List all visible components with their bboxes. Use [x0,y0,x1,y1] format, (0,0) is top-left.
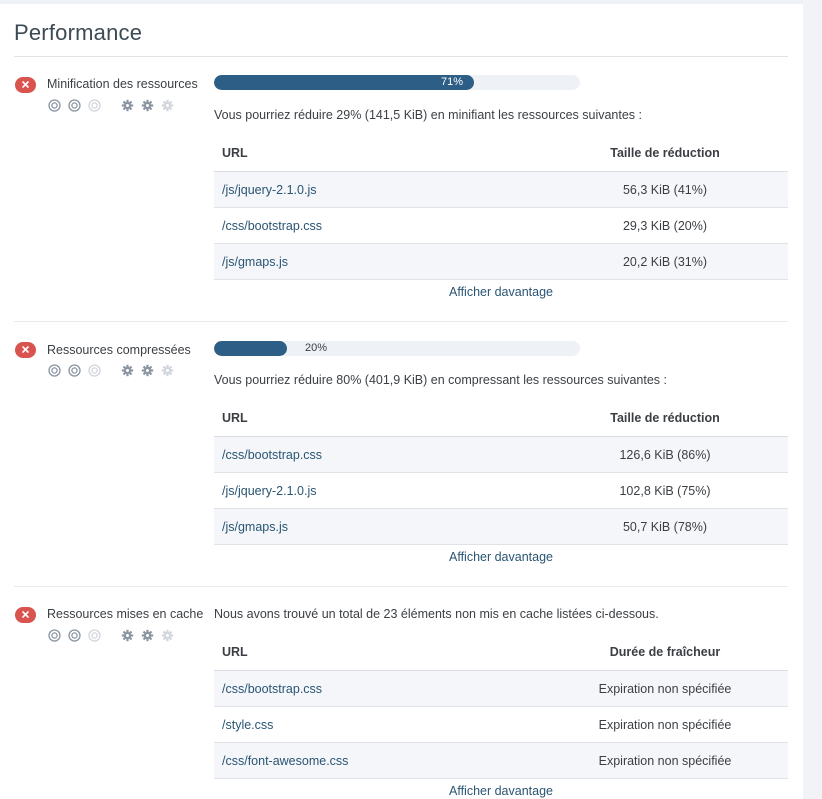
rule-tags [48,629,181,642]
rule-description: Nous avons trouvé un total de 23 élément… [214,607,659,621]
progress-bar: 20% [214,341,580,356]
table-row: /css/bootstrap.css 29,3 KiB (20%) [214,207,788,244]
reduction-size: 29,3 KiB (20%) [542,207,788,244]
gear-icon [141,629,154,642]
gear-faded-icon [161,364,174,377]
resources-table: URL Taille de réduction /js/jquery-2.1.0… [214,135,788,280]
target-icon [48,99,61,112]
target-faded-icon [88,364,101,377]
resource-url-link[interactable]: /js/jquery-2.1.0.js [214,171,542,208]
resource-url-link[interactable]: /js/gmaps.js [214,508,542,545]
scroll-gutter [803,0,822,799]
column-header-url: URL [214,634,542,671]
target-faded-icon [88,99,101,112]
column-header-url: URL [214,135,542,172]
table-row: /css/font-awesome.css Expiration non spé… [214,742,788,779]
reduction-size: 56,3 KiB (41%) [542,171,788,208]
resources-table: URL Durée de fraîcheur /css/bootstrap.cs… [214,634,788,779]
gear-icon [121,364,134,377]
rule-description: Vous pourriez réduire 29% (141,5 KiB) en… [214,108,642,122]
gear-faded-icon [161,99,174,112]
show-more-link[interactable]: Afficher davantage [214,550,788,564]
freshness-value: Expiration non spécifiée [542,706,788,743]
section-divider [14,586,788,587]
reduction-size: 102,8 KiB (75%) [542,472,788,509]
resource-url-link[interactable]: /css/bootstrap.css [214,207,542,244]
show-more-link[interactable]: Afficher davantage [214,784,788,798]
reduction-size: 50,7 KiB (78%) [542,508,788,545]
rule-name: Minification des ressources [47,77,198,91]
resource-url-link[interactable]: /css/font-awesome.css [214,742,542,779]
resource-url-link[interactable]: /css/bootstrap.css [214,670,542,707]
page-title: Performance [14,20,143,45]
error-x-icon [15,342,36,358]
table-row: /js/jquery-2.1.0.js 102,8 KiB (75%) [214,472,788,509]
gear-icon [141,99,154,112]
title-divider [14,56,788,57]
target-icon [48,629,61,642]
table-row: /js/gmaps.js 20,2 KiB (31%) [214,243,788,280]
target-icon [48,364,61,377]
column-header-size: Taille de réduction [542,135,788,172]
target-icon [68,364,81,377]
section-divider [14,321,788,322]
rule-tags [48,99,181,112]
target-faded-icon [88,629,101,642]
resource-url-link[interactable]: /css/bootstrap.css [214,436,542,473]
table-row: /js/jquery-2.1.0.js 56,3 KiB (41%) [214,171,788,208]
progress-label: 71% [441,76,464,88]
rule-name: Ressources mises en cache [47,607,204,621]
progress-fill [214,341,287,356]
progress-label: 20% [305,342,328,354]
gear-icon [121,99,134,112]
rule-tags [48,364,181,377]
progress-fill [214,75,474,90]
column-header-url: URL [214,400,542,437]
column-header-size: Taille de réduction [542,400,788,437]
reduction-size: 20,2 KiB (31%) [542,243,788,280]
column-header-freshness: Durée de fraîcheur [542,634,788,671]
table-row: /css/bootstrap.css 126,6 KiB (86%) [214,436,788,473]
show-more-link[interactable]: Afficher davantage [214,285,788,299]
error-x-icon [15,607,36,623]
rule-description: Vous pourriez réduire 80% (401,9 KiB) en… [214,373,668,387]
reduction-size: 126,6 KiB (86%) [542,436,788,473]
resource-url-link[interactable]: /style.css [214,706,542,743]
target-icon [68,629,81,642]
target-icon [68,99,81,112]
gear-faded-icon [161,629,174,642]
resource-url-link[interactable]: /js/gmaps.js [214,243,542,280]
resources-table: URL Taille de réduction /css/bootstrap.c… [214,400,788,545]
table-row: /js/gmaps.js 50,7 KiB (78%) [214,508,788,545]
progress-bar: 71% [214,75,580,90]
rule-name: Ressources compressées [47,343,191,357]
resource-url-link[interactable]: /js/jquery-2.1.0.js [214,472,542,509]
table-row: /style.css Expiration non spécifiée [214,706,788,743]
freshness-value: Expiration non spécifiée [542,742,788,779]
gear-icon [141,364,154,377]
error-x-icon [15,77,36,93]
freshness-value: Expiration non spécifiée [542,670,788,707]
table-row: /css/bootstrap.css Expiration non spécif… [214,670,788,707]
gear-icon [121,629,134,642]
